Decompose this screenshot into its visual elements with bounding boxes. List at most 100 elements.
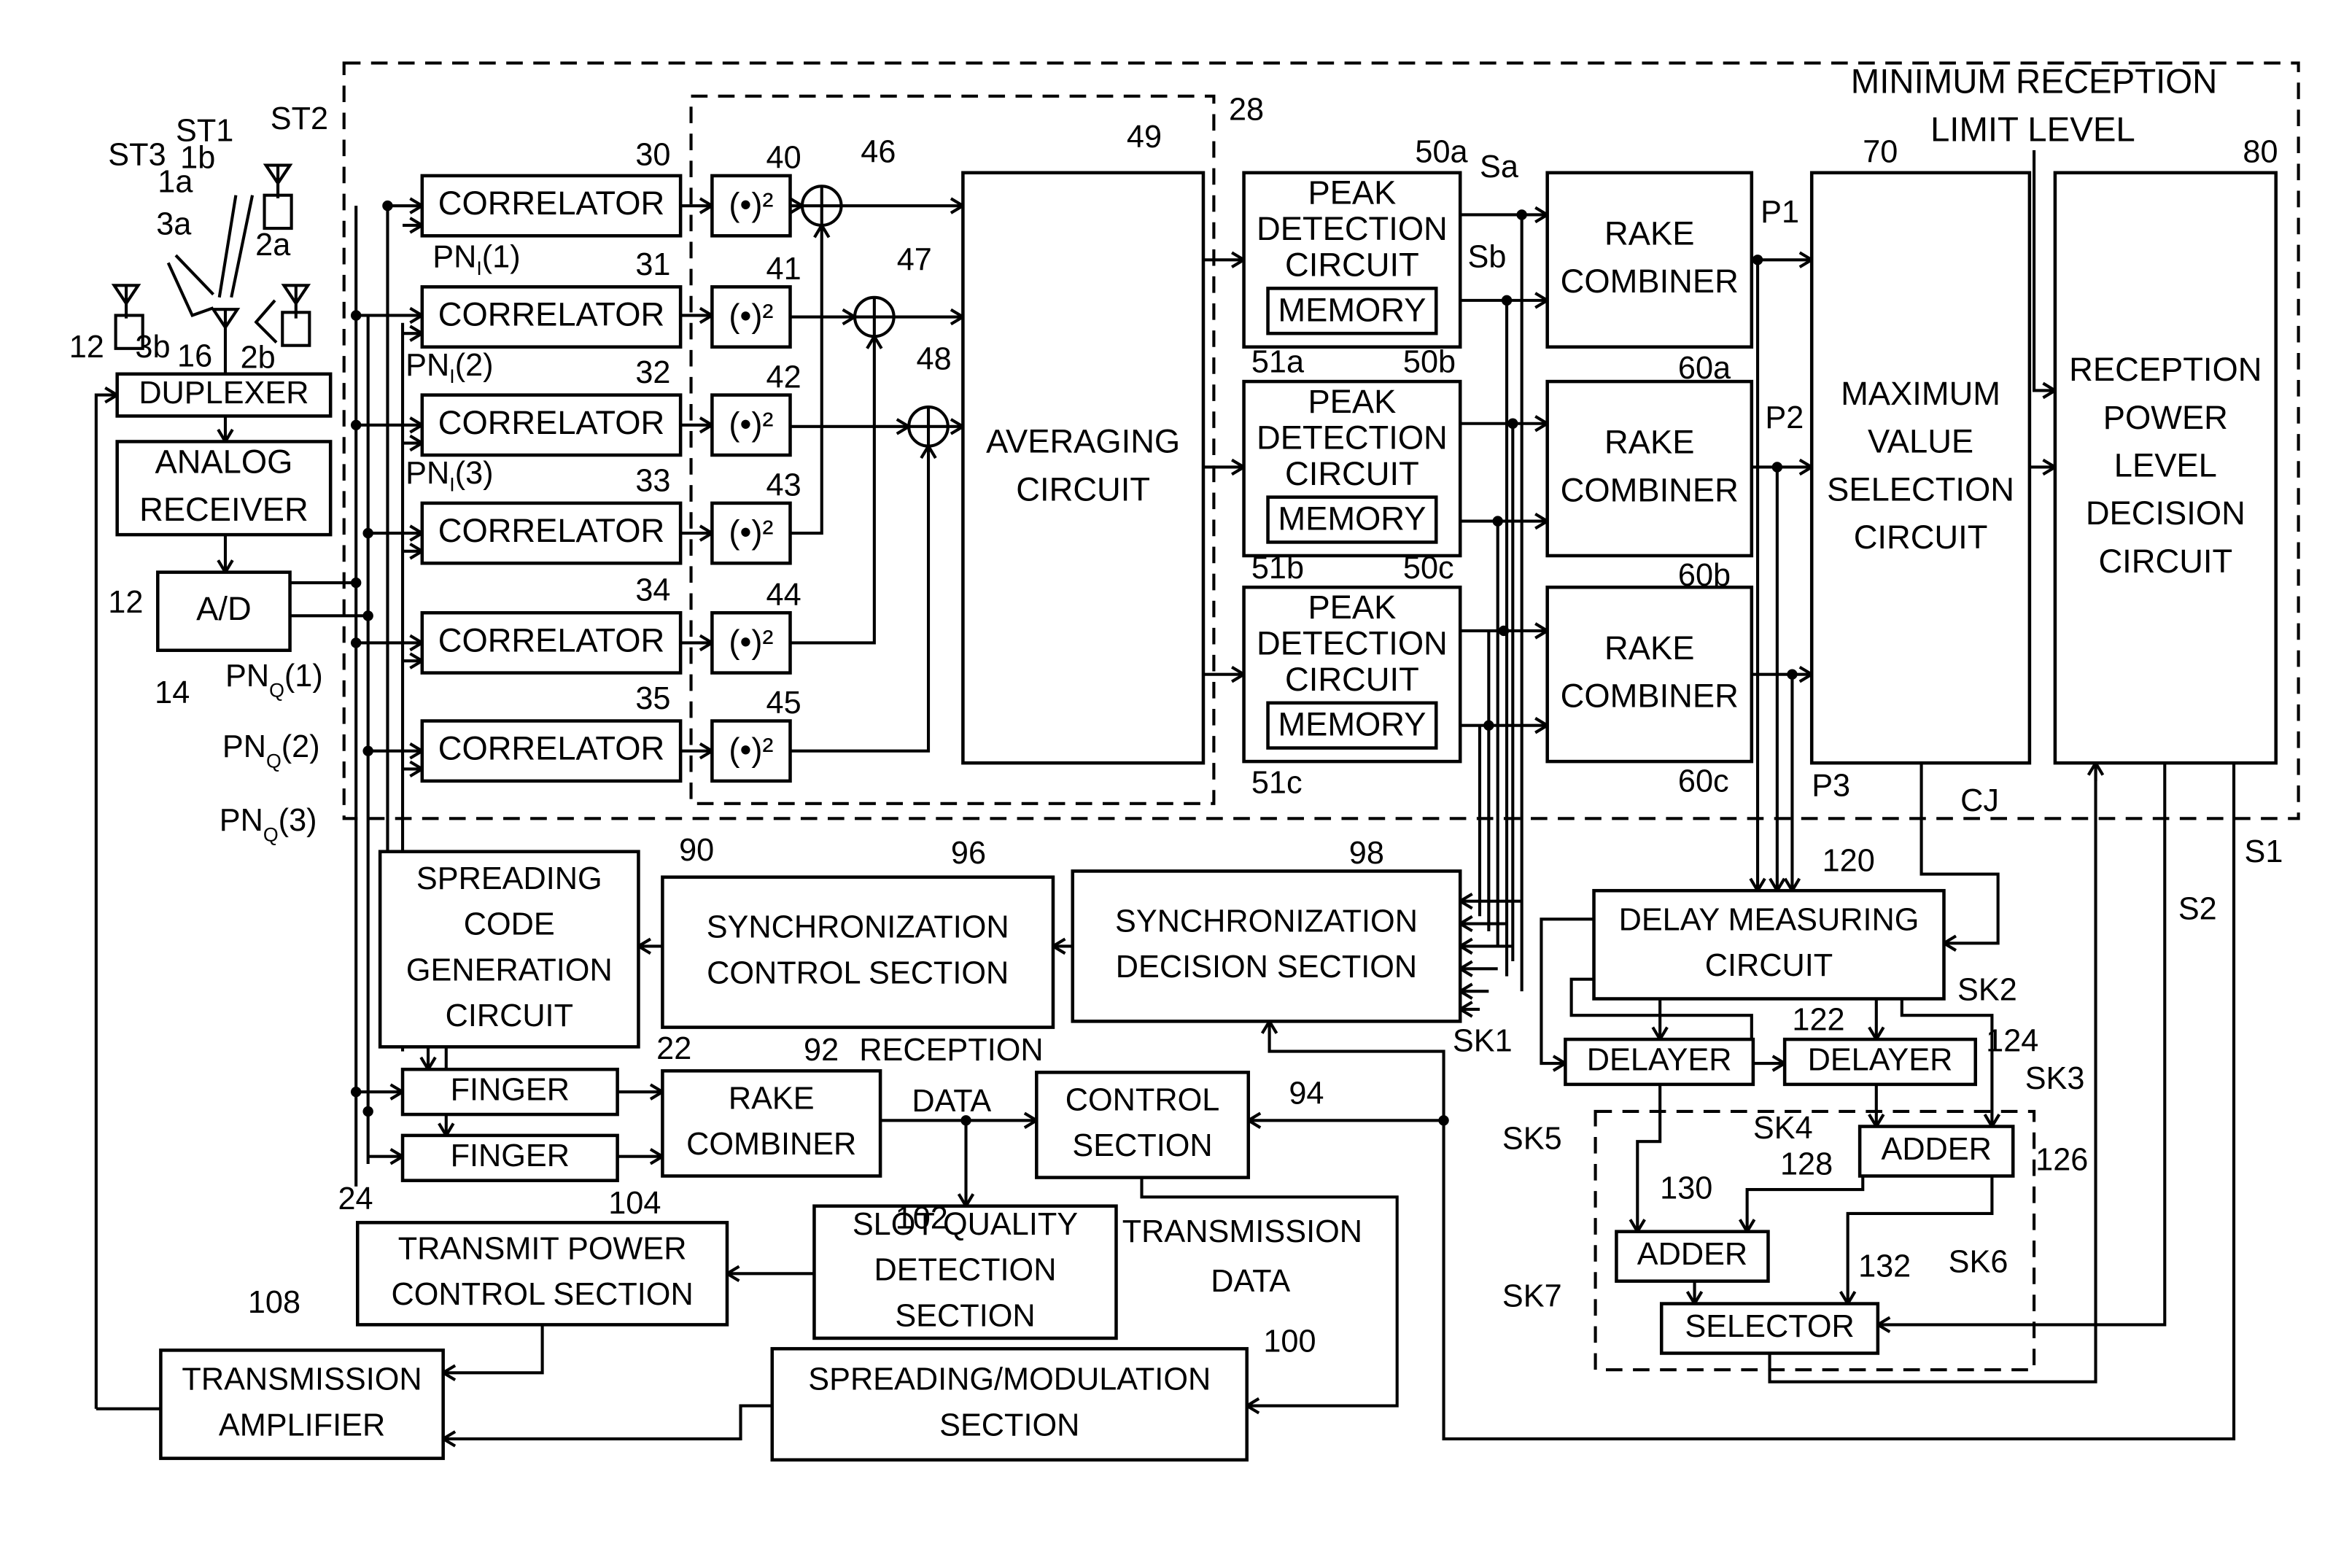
memory-label: MEMORY [1278,500,1426,537]
signal-s1: S1 [2244,834,2283,869]
analog-receiver-label: RECEIVER [139,491,308,528]
ref-numeral: 120 [1822,843,1875,878]
transmit-power-control[interactable]: TRANSMIT POWER CONTROL SECTION [355,1221,729,1327]
squarer-44[interactable]: (•)² 44 [710,578,801,675]
correlator-33[interactable]: CORRELATOR [420,501,683,565]
rake-combiner-60a[interactable]: RAKE COMBINER [1545,171,1754,349]
rake-combiner-60b-label: RAKE [1604,424,1694,461]
peak-detection-circuit-c[interactable]: PEAKDETECTIONCIRCUIT MEMORY [1242,585,1462,764]
group-126-ref: 126 [2035,1142,2088,1177]
sync-control-section-label: SYNCHRONIZATION [707,910,1009,945]
ref-numeral: 49 [1127,120,1162,155]
squarer-label: (•)² [729,405,773,443]
signal-sk4: SK4 [1753,1111,1813,1146]
ref-numeral: 50b [1403,345,1456,380]
rake-combiner-92[interactable]: RAKE COMBINER [661,1069,882,1178]
slot-quality-detection[interactable]: SLOT QUALITY DETECTION SECTION [812,1204,1118,1340]
correlator-33-label: CORRELATOR [438,512,664,549]
control-section[interactable]: CONTROL SECTION [1035,1071,1251,1179]
correlator-34-label: CORRELATOR [438,621,664,659]
adder-130[interactable]: ADDER [1615,1230,1770,1283]
peak-detection-circuit-a[interactable]: PEAKDETECTIONCIRCUIT MEMORY [1242,171,1462,349]
squarer-45[interactable]: (•)² 45 [710,686,801,783]
power-level-decision-label: POWER [2103,399,2228,436]
ref-numeral: 34 [635,573,670,608]
delay-measuring-circuit[interactable]: DELAY MEASURING CIRCUIT [1592,888,1946,1001]
title-note-line1: MINIMUM RECEPTION [1851,63,2218,101]
rake-combiner-60c-label: RAKE [1604,629,1694,667]
ref-numeral: 51b [1251,551,1304,586]
averaging-circuit[interactable]: AVERAGING CIRCUIT [961,171,1206,765]
delayer-124-label: DELAYER [1808,1042,1953,1077]
summer-48 [907,405,950,448]
duplexer-label: DUPLEXER [139,376,308,411]
ref-numeral: 22 [656,1031,691,1066]
selector-132[interactable]: SELECTOR [1659,1302,1880,1355]
max-value-selection-label: SELECTION [1827,470,2014,508]
power-level-decision[interactable]: RECEPTION POWER LEVEL DECISION CIRCUIT [2053,171,2278,765]
ref-numeral: 24 [338,1181,373,1216]
delayer-122[interactable]: DELAYER [1564,1037,1755,1087]
squarer-label: (•)² [729,623,773,660]
squarer-41[interactable]: (•)² 41 [710,252,801,349]
correlator-30[interactable]: CORRELATOR [420,174,683,238]
sync-control-section[interactable]: SYNCHRONIZATION CONTROL SECTION [661,875,1055,1029]
pn-i-1: PNI(1) [432,240,520,279]
wire [210,308,241,374]
transmission-amplifier-label: TRANSMISSION [182,1362,422,1397]
ad-converter[interactable]: A/D [156,570,292,652]
junction-dot [362,745,373,756]
ref-numeral: 122 [1792,1003,1844,1038]
peak-detection-circuit-b[interactable]: PEAKDETECTIONCIRCUIT MEMORY [1242,379,1462,558]
correlator-34[interactable]: CORRELATOR [420,610,683,675]
finger-22[interactable]: FINGER [400,1068,619,1117]
max-value-selection-label: VALUE [1868,423,1973,460]
ref-numeral: 132 [1858,1249,1911,1284]
analog-receiver[interactable]: ANALOG RECEIVER [115,440,333,537]
spreading-code-generation-label: GENERATION [406,952,613,987]
junction-dot [350,419,362,431]
memory-label: MEMORY [1278,291,1426,328]
ref-numeral: 30 [635,138,670,173]
adder-128-label: ADDER [1881,1132,1991,1167]
summer-47 [853,295,896,338]
delayer-122-label: DELAYER [1587,1042,1732,1077]
block-diagram: DUPLEXER ANALOG RECEIVER A/D CORRELATOR CORRE… [69,61,2300,1462]
ref-numeral: 60a [1678,351,1731,386]
peak-label: CIRCUIT [1285,247,1419,284]
transmission-amplifier[interactable]: TRANSMISSION AMPLIFIER [159,1348,445,1460]
ref-numeral: 100 [1263,1324,1316,1359]
spreading-modulation-section[interactable]: SPREADING/MODULATION SECTION [770,1347,1249,1462]
signal-sk6: SK6 [1949,1244,2008,1279]
max-value-selection[interactable]: MAXIMUM VALUE SELECTION CIRCUIT [1809,171,2032,765]
transmission-data-line1: TRANSMISSION [1122,1214,1362,1249]
correlator-35[interactable]: CORRELATOR [420,719,683,783]
correlator-31[interactable]: CORRELATOR [420,285,683,349]
delayer-124[interactable]: DELAYER [1782,1037,1978,1087]
memory-label: MEMORY [1278,706,1426,743]
signal-sa: Sa [1480,150,1519,185]
signal-cj: CJ [1960,783,1999,818]
ref-numeral: 102 [896,1201,948,1236]
sync-decision-section[interactable]: SYNCHRONIZATION DECISION SECTION [1071,869,1462,1023]
sync-decision-section-label: DECISION SECTION [1116,950,1417,985]
correlator-32[interactable]: CORRELATOR [420,393,683,457]
ref-numeral: 12 [69,330,104,365]
ref-numeral: 98 [1349,836,1384,871]
rake-combiner-60c[interactable]: RAKE COMBINER [1545,585,1754,764]
duplexer[interactable]: DUPLEXER [115,372,333,418]
squarer-43[interactable]: (•)² 43 [710,468,801,565]
ref-numeral: 130 [1660,1171,1712,1206]
squarer-40[interactable]: (•)² 40 [710,141,801,238]
adder-128[interactable]: ADDER [1858,1125,2015,1178]
ref-numeral: 108 [248,1285,300,1320]
group-28-ref: 28 [1229,93,1264,128]
squarer-42[interactable]: (•)² 42 [710,360,801,457]
finger-24[interactable]: FINGER [400,1133,619,1182]
ref-numeral: 35 [635,681,670,716]
pn-q-2: PNQ(2) [222,729,320,772]
spreading-code-generation[interactable]: SPREADING CODE GENERATION CIRCUIT [378,850,640,1049]
squarer-label: (•)² [729,186,773,223]
rake-combiner-60b[interactable]: RAKE COMBINER [1545,379,1754,558]
wire [94,393,117,1409]
